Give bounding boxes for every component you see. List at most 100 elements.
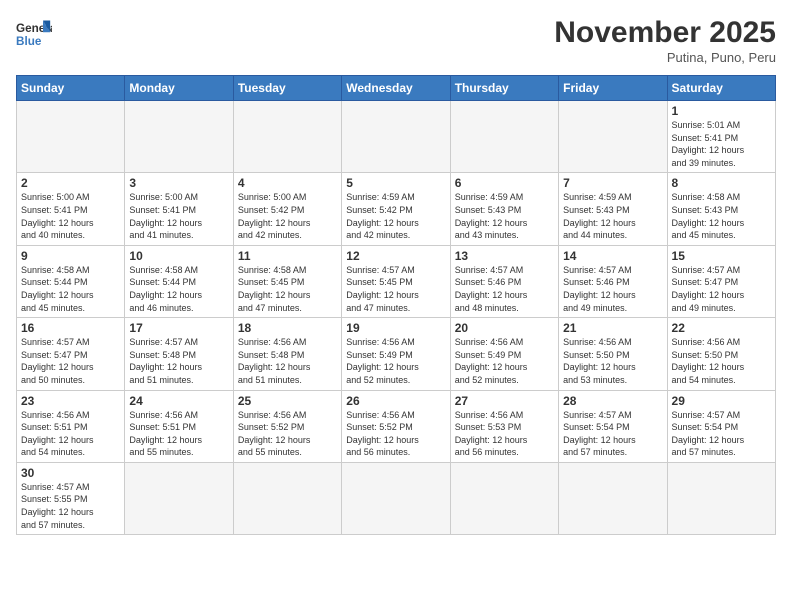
day-cell: 9Sunrise: 4:58 AM Sunset: 5:44 PM Daylig… [17, 245, 125, 317]
day-info: Sunrise: 4:57 AM Sunset: 5:46 PM Dayligh… [455, 264, 554, 314]
day-info: Sunrise: 4:59 AM Sunset: 5:42 PM Dayligh… [346, 191, 445, 241]
day-info: Sunrise: 4:57 AM Sunset: 5:46 PM Dayligh… [563, 264, 662, 314]
day-cell: 16Sunrise: 4:57 AM Sunset: 5:47 PM Dayli… [17, 318, 125, 390]
day-info: Sunrise: 4:56 AM Sunset: 5:52 PM Dayligh… [238, 409, 337, 459]
day-cell: 29Sunrise: 4:57 AM Sunset: 5:54 PM Dayli… [667, 390, 775, 462]
day-info: Sunrise: 4:57 AM Sunset: 5:54 PM Dayligh… [563, 409, 662, 459]
day-number: 1 [672, 104, 771, 118]
weekday-header-sunday: Sunday [17, 76, 125, 101]
day-info: Sunrise: 4:56 AM Sunset: 5:49 PM Dayligh… [346, 336, 445, 386]
day-number: 29 [672, 394, 771, 408]
day-cell: 2Sunrise: 5:00 AM Sunset: 5:41 PM Daylig… [17, 173, 125, 245]
day-info: Sunrise: 4:59 AM Sunset: 5:43 PM Dayligh… [455, 191, 554, 241]
day-number: 2 [21, 176, 120, 190]
calendar: SundayMondayTuesdayWednesdayThursdayFrid… [16, 75, 776, 535]
week-row-3: 9Sunrise: 4:58 AM Sunset: 5:44 PM Daylig… [17, 245, 776, 317]
day-number: 30 [21, 466, 120, 480]
weekday-header-row: SundayMondayTuesdayWednesdayThursdayFrid… [17, 76, 776, 101]
day-number: 10 [129, 249, 228, 263]
day-cell: 15Sunrise: 4:57 AM Sunset: 5:47 PM Dayli… [667, 245, 775, 317]
day-info: Sunrise: 4:58 AM Sunset: 5:45 PM Dayligh… [238, 264, 337, 314]
day-number: 20 [455, 321, 554, 335]
location: Putina, Puno, Peru [554, 50, 776, 65]
day-info: Sunrise: 4:57 AM Sunset: 5:45 PM Dayligh… [346, 264, 445, 314]
day-number: 6 [455, 176, 554, 190]
day-number: 28 [563, 394, 662, 408]
day-cell: 24Sunrise: 4:56 AM Sunset: 5:51 PM Dayli… [125, 390, 233, 462]
day-number: 19 [346, 321, 445, 335]
day-cell: 20Sunrise: 4:56 AM Sunset: 5:49 PM Dayli… [450, 318, 558, 390]
day-cell: 5Sunrise: 4:59 AM Sunset: 5:42 PM Daylig… [342, 173, 450, 245]
day-cell [342, 462, 450, 534]
day-info: Sunrise: 4:58 AM Sunset: 5:44 PM Dayligh… [129, 264, 228, 314]
day-cell: 21Sunrise: 4:56 AM Sunset: 5:50 PM Dayli… [559, 318, 667, 390]
day-number: 9 [21, 249, 120, 263]
day-number: 11 [238, 249, 337, 263]
day-cell [233, 101, 341, 173]
day-info: Sunrise: 4:57 AM Sunset: 5:47 PM Dayligh… [21, 336, 120, 386]
day-info: Sunrise: 4:56 AM Sunset: 5:51 PM Dayligh… [21, 409, 120, 459]
day-info: Sunrise: 4:59 AM Sunset: 5:43 PM Dayligh… [563, 191, 662, 241]
day-info: Sunrise: 4:58 AM Sunset: 5:44 PM Dayligh… [21, 264, 120, 314]
day-cell: 30Sunrise: 4:57 AM Sunset: 5:55 PM Dayli… [17, 462, 125, 534]
day-cell [125, 101, 233, 173]
logo-icon: General Blue [16, 16, 52, 52]
week-row-1: 1Sunrise: 5:01 AM Sunset: 5:41 PM Daylig… [17, 101, 776, 173]
day-cell [667, 462, 775, 534]
day-info: Sunrise: 4:57 AM Sunset: 5:48 PM Dayligh… [129, 336, 228, 386]
day-cell [450, 462, 558, 534]
logo: General Blue [16, 16, 52, 52]
day-cell: 7Sunrise: 4:59 AM Sunset: 5:43 PM Daylig… [559, 173, 667, 245]
day-cell [125, 462, 233, 534]
day-number: 3 [129, 176, 228, 190]
day-number: 13 [455, 249, 554, 263]
day-number: 15 [672, 249, 771, 263]
day-cell: 19Sunrise: 4:56 AM Sunset: 5:49 PM Dayli… [342, 318, 450, 390]
weekday-header-tuesday: Tuesday [233, 76, 341, 101]
weekday-header-wednesday: Wednesday [342, 76, 450, 101]
day-number: 27 [455, 394, 554, 408]
day-info: Sunrise: 5:00 AM Sunset: 5:41 PM Dayligh… [129, 191, 228, 241]
page-header: General Blue November 2025 Putina, Puno,… [16, 16, 776, 65]
day-cell [233, 462, 341, 534]
day-info: Sunrise: 5:01 AM Sunset: 5:41 PM Dayligh… [672, 119, 771, 169]
day-number: 23 [21, 394, 120, 408]
weekday-header-friday: Friday [559, 76, 667, 101]
day-info: Sunrise: 4:56 AM Sunset: 5:53 PM Dayligh… [455, 409, 554, 459]
day-cell: 1Sunrise: 5:01 AM Sunset: 5:41 PM Daylig… [667, 101, 775, 173]
day-cell [17, 101, 125, 173]
day-cell: 14Sunrise: 4:57 AM Sunset: 5:46 PM Dayli… [559, 245, 667, 317]
day-number: 17 [129, 321, 228, 335]
day-cell: 22Sunrise: 4:56 AM Sunset: 5:50 PM Dayli… [667, 318, 775, 390]
weekday-header-saturday: Saturday [667, 76, 775, 101]
day-number: 12 [346, 249, 445, 263]
day-info: Sunrise: 4:56 AM Sunset: 5:51 PM Dayligh… [129, 409, 228, 459]
day-info: Sunrise: 4:57 AM Sunset: 5:47 PM Dayligh… [672, 264, 771, 314]
weekday-header-monday: Monday [125, 76, 233, 101]
day-number: 16 [21, 321, 120, 335]
month-title: November 2025 [554, 16, 776, 50]
day-number: 26 [346, 394, 445, 408]
day-number: 5 [346, 176, 445, 190]
svg-text:Blue: Blue [16, 35, 42, 48]
day-info: Sunrise: 4:56 AM Sunset: 5:52 PM Dayligh… [346, 409, 445, 459]
day-info: Sunrise: 4:56 AM Sunset: 5:49 PM Dayligh… [455, 336, 554, 386]
day-cell: 27Sunrise: 4:56 AM Sunset: 5:53 PM Dayli… [450, 390, 558, 462]
day-number: 8 [672, 176, 771, 190]
week-row-2: 2Sunrise: 5:00 AM Sunset: 5:41 PM Daylig… [17, 173, 776, 245]
day-number: 24 [129, 394, 228, 408]
day-number: 25 [238, 394, 337, 408]
day-number: 14 [563, 249, 662, 263]
day-info: Sunrise: 5:00 AM Sunset: 5:41 PM Dayligh… [21, 191, 120, 241]
day-info: Sunrise: 4:57 AM Sunset: 5:54 PM Dayligh… [672, 409, 771, 459]
day-cell: 11Sunrise: 4:58 AM Sunset: 5:45 PM Dayli… [233, 245, 341, 317]
day-cell: 23Sunrise: 4:56 AM Sunset: 5:51 PM Dayli… [17, 390, 125, 462]
day-cell: 12Sunrise: 4:57 AM Sunset: 5:45 PM Dayli… [342, 245, 450, 317]
day-number: 7 [563, 176, 662, 190]
day-info: Sunrise: 4:56 AM Sunset: 5:50 PM Dayligh… [563, 336, 662, 386]
day-number: 21 [563, 321, 662, 335]
day-cell: 13Sunrise: 4:57 AM Sunset: 5:46 PM Dayli… [450, 245, 558, 317]
day-cell [559, 462, 667, 534]
weekday-header-thursday: Thursday [450, 76, 558, 101]
day-cell: 4Sunrise: 5:00 AM Sunset: 5:42 PM Daylig… [233, 173, 341, 245]
